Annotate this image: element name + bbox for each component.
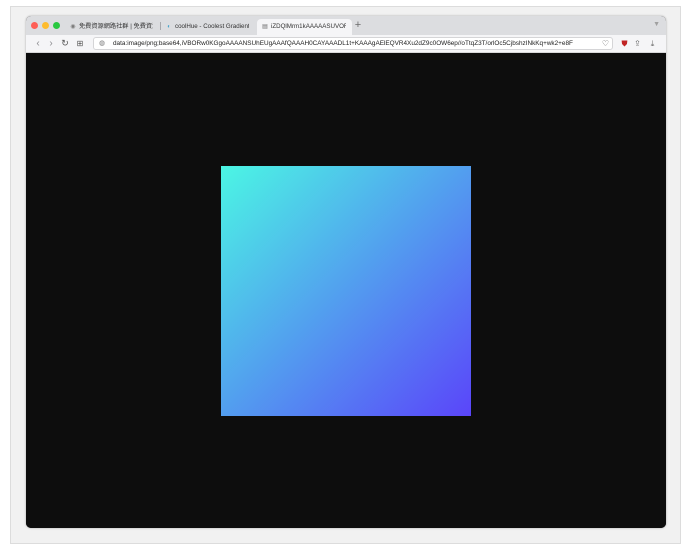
shield-icon[interactable]: ⛊ [619,38,630,49]
browser-toolbar: ‹ › ↻ ⊞ ◍ data:image/png;base64,iVBORw0K… [26,35,666,53]
download-icon[interactable]: ⤓ [647,38,658,49]
tab-overview-button[interactable]: ⊞ [74,36,86,51]
back-button[interactable]: ‹ [32,36,44,51]
page-content [26,53,666,528]
share-icon[interactable]: ⇪ [632,38,643,49]
zoom-window-button[interactable] [53,22,60,29]
browser-window: ◉ 免費資源網路社群 | 免費資源下 ◐ coolHue - Coolest G… [26,16,666,528]
heart-icon[interactable]: ♡ [602,38,609,49]
globe-icon: ◍ [99,40,106,47]
document-icon: ▤ [262,24,268,30]
new-tab-button[interactable]: + [352,18,364,33]
tab-bar: ◉ 免費資源網路社群 | 免費資源下 ◐ coolHue - Coolest G… [26,16,666,35]
tab-data-image[interactable]: ▤ iZDQlMrm1kAAAAASUVORK5CYII= [257,19,352,35]
tab-free-resources[interactable]: ◉ 免費資源網路社群 | 免費資源下 [65,19,159,35]
gradient-favicon-icon: ◐ [167,24,171,30]
tab-overflow-icon[interactable]: ▼ [653,21,660,28]
address-bar[interactable]: ◍ data:image/png;base64,iVBORw0KGgoAAAAN… [93,37,613,50]
url-text[interactable]: data:image/png;base64,iVBORw0KGgoAAAANSU… [113,38,593,49]
tab-label: coolHue - Coolest Gradient Hues [175,23,249,30]
forward-button[interactable]: › [45,36,57,51]
minimize-window-button[interactable] [42,22,49,29]
tab-label: 免費資源網路社群 | 免費資源下 [79,23,153,30]
tab-label: iZDQlMrm1kAAAAASUVORK5CYII= [271,23,346,30]
tab-coolhue[interactable]: ◐ coolHue - Coolest Gradient Hues [161,19,255,35]
close-window-button[interactable] [31,22,38,29]
globe-icon: ◉ [70,24,76,30]
gradient-image [221,166,471,416]
reload-button[interactable]: ↻ [59,36,71,51]
